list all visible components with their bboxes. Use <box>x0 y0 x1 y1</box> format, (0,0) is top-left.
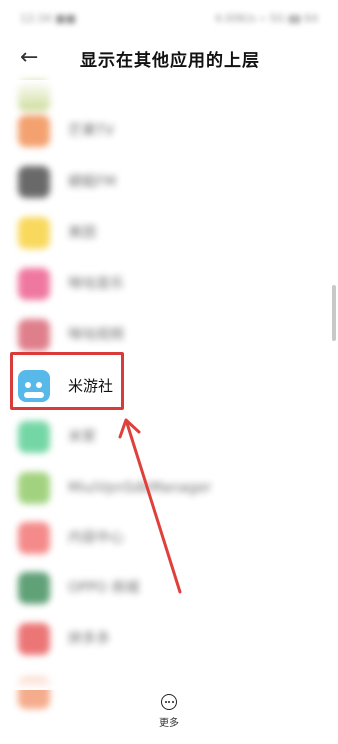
app-icon <box>18 572 50 604</box>
app-label: 米家 <box>68 429 96 445</box>
app-row[interactable]: 美团 <box>0 207 338 259</box>
app-row[interactable]: 咪咕音乐 <box>0 258 338 310</box>
highlight-box <box>10 352 124 410</box>
app-row[interactable]: OPPO 商城 <box>0 562 338 614</box>
app-label: OPPO 商城 <box>68 580 140 596</box>
app-icon <box>18 166 50 198</box>
scrollbar[interactable] <box>332 285 336 341</box>
app-label: 美团 <box>68 225 96 241</box>
app-label: 内容中心 <box>68 530 124 546</box>
app-icon <box>18 472 50 504</box>
app-icon <box>18 319 50 351</box>
app-label: 蜻蜓FM <box>68 174 117 190</box>
more-icon <box>161 694 177 710</box>
app-icon <box>18 115 50 147</box>
bottom-more-button[interactable]: 更多 <box>0 686 338 744</box>
app-label: 咪咕音乐 <box>68 276 124 292</box>
app-label: MiuiVpnSdkManager <box>68 480 212 496</box>
status-time: 12:34 ■■ <box>20 11 76 25</box>
status-bar: 12:34 ■■ 4.00K/s ⌁ 5G ▮▮ 64 <box>0 0 338 36</box>
app-row[interactable]: MiuiVpnSdkManager <box>0 462 338 514</box>
back-arrow-icon[interactable]: ← <box>20 46 46 70</box>
app-icon <box>18 623 50 655</box>
app-label: 芒果TV <box>68 123 115 139</box>
app-icon <box>18 522 50 554</box>
more-label: 更多 <box>159 718 179 729</box>
app-row[interactable]: 蜻蜓FM <box>0 156 338 208</box>
app-icon <box>18 421 50 453</box>
app-row[interactable]: 芒果TV <box>0 105 338 157</box>
app-row[interactable]: 米家 <box>0 411 338 463</box>
page-title: 显示在其他应用的上层 <box>80 51 260 71</box>
app-row[interactable]: 内容中心 <box>0 512 338 564</box>
status-indicators: 4.00K/s ⌁ 5G ▮▮ 64 <box>214 11 318 25</box>
list-fade-top <box>0 80 338 106</box>
app-icon <box>18 268 50 300</box>
app-label: 拼多多 <box>68 631 110 647</box>
app-icon <box>18 217 50 249</box>
app-row[interactable]: 拼多多 <box>0 613 338 665</box>
